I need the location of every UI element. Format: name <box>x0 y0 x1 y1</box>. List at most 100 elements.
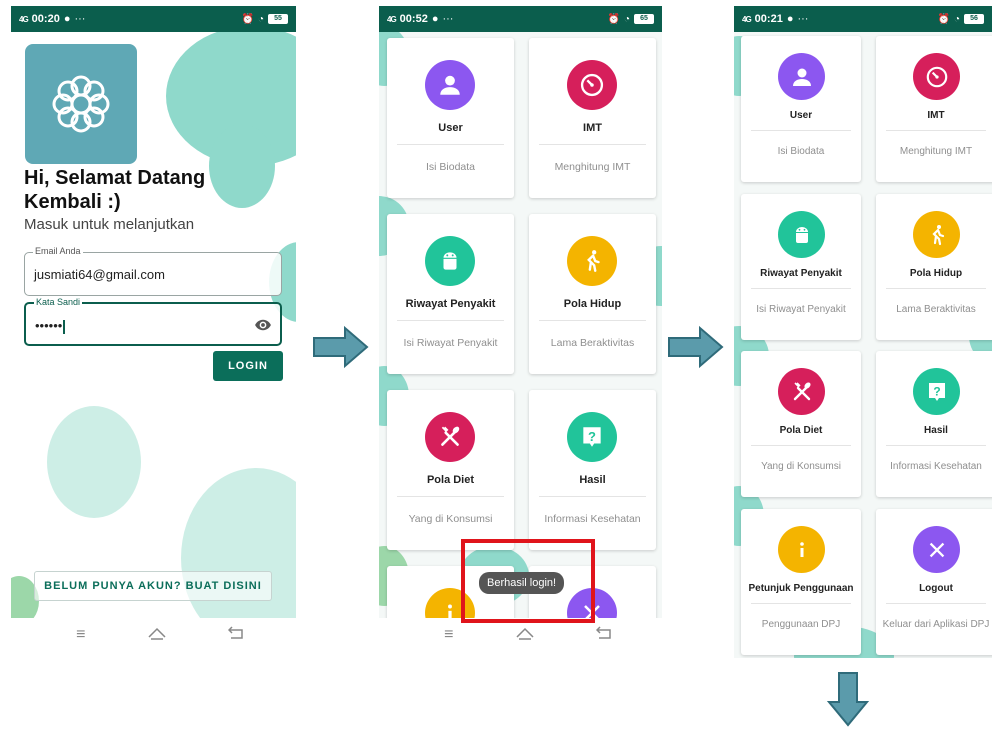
menu-card-petunjuk-penggunaan[interactable]: Petunjuk Penggunaan Penggunaan DPJ <box>741 509 861 655</box>
home-icon[interactable] <box>148 626 166 645</box>
menu-card-riwayat-penyakit[interactable]: Riwayat Penyakit Isi Riwayat Penyakit <box>387 214 514 374</box>
menu-screen-toast: 4G 00:52 ● ··· ⏰ ◔ 65 User Isi Biodata I… <box>379 6 662 618</box>
menu-card-pola-hidup[interactable]: Pola Hidup Lama Beraktivitas <box>876 194 992 340</box>
highlight-box <box>461 539 595 623</box>
battery-icon: 55 <box>268 14 288 24</box>
timer-icon <box>567 60 617 110</box>
card-divider <box>751 603 851 604</box>
card-divider <box>397 496 504 497</box>
wifi-icon: ◔ <box>953 13 960 25</box>
arrow-right-icon <box>313 325 369 369</box>
card-subtitle: Isi Biodata <box>425 161 476 173</box>
status-dots: ··· <box>74 13 86 25</box>
person-icon <box>778 53 825 100</box>
card-title: Petunjuk Penggunaan <box>748 583 854 594</box>
signal-indicator: 4G <box>742 14 752 24</box>
status-bar: 4G 00:52 ● ··· ⏰ ◔ 65 <box>379 6 662 32</box>
card-divider <box>397 144 504 145</box>
email-label: Email Anda <box>33 246 83 256</box>
menu-icon[interactable]: ≡ <box>76 626 85 644</box>
card-title: IMT <box>583 122 602 134</box>
menu-card-pola-hidup[interactable]: Pola Hidup Lama Beraktivitas <box>529 214 656 374</box>
card-divider <box>886 288 986 289</box>
email-value: jusmiati64@gmail.com <box>34 267 165 282</box>
back-icon[interactable] <box>227 625 244 645</box>
card-title: Pola Diet <box>426 474 475 486</box>
password-value: •••••• <box>35 318 63 333</box>
status-dots: ··· <box>797 13 809 25</box>
card-subtitle: Isi Riwayat Penyakit <box>756 304 846 315</box>
menu-card-imt[interactable]: IMT Menghitung IMT <box>876 36 992 182</box>
flow-diagram: 4G 00:20 ● ··· ⏰ ◔ 55 Hi, Selamat Datang… <box>0 0 992 731</box>
nav-bar: ≡ <box>413 624 643 646</box>
card-title: Riwayat Penyakit <box>760 268 842 279</box>
menu-card-hasil[interactable]: ? Hasil Informasi Kesehatan <box>529 390 656 550</box>
card-subtitle: Menghitung IMT <box>554 161 631 173</box>
menu-card-pola-diet[interactable]: Pola Diet Yang di Konsumsi <box>387 390 514 550</box>
login-button[interactable]: LOGIN <box>213 351 283 381</box>
show-password-icon[interactable] <box>254 316 272 339</box>
card-title: Logout <box>919 583 953 594</box>
walking-icon <box>913 211 960 258</box>
signal-indicator: 4G <box>19 14 29 24</box>
menu-card-pola-diet[interactable]: Pola Diet Yang di Konsumsi <box>741 351 861 497</box>
card-subtitle: Keluar dari Aplikasi DPJ <box>882 619 990 630</box>
decor-blob <box>47 406 141 518</box>
card-title: Pola Hidup <box>563 298 622 310</box>
password-field[interactable]: Kata Sandi •••••• <box>24 297 282 346</box>
battery-icon: 56 <box>964 14 984 24</box>
email-field[interactable]: Email Anda jusmiati64@gmail.com <box>24 246 282 296</box>
card-subtitle: Informasi Kesehatan <box>890 461 982 472</box>
password-label: Kata Sandi <box>34 297 83 307</box>
question-icon: ? <box>567 412 617 462</box>
menu-card-hasil[interactable]: ? Hasil Informasi Kesehatan <box>876 351 992 497</box>
app-logo <box>25 44 137 164</box>
card-divider <box>397 320 504 321</box>
card-divider <box>539 144 646 145</box>
close-icon <box>913 526 960 573</box>
card-subtitle: Yang di Konsumsi <box>761 461 841 472</box>
card-title: Hasil <box>924 425 948 436</box>
menu-icon[interactable]: ≡ <box>444 626 453 644</box>
android-icon <box>778 211 825 258</box>
sync-icon: ● <box>63 13 71 25</box>
greeting-heading: Hi, Selamat Datang Kembali :) <box>24 167 206 213</box>
back-icon[interactable] <box>595 625 612 645</box>
card-subtitle: Menghitung IMT <box>899 146 973 157</box>
card-subtitle: Isi Biodata <box>777 146 825 157</box>
card-divider <box>886 445 986 446</box>
card-title: Hasil <box>579 474 606 486</box>
ornament-icon <box>52 75 110 133</box>
walking-icon <box>567 236 617 286</box>
card-divider <box>886 603 986 604</box>
person-icon <box>425 60 475 110</box>
register-button[interactable]: BELUM PUNYA AKUN? BUAT DISINI <box>34 571 272 601</box>
card-subtitle: Lama Beraktivitas <box>896 304 976 315</box>
card-divider <box>751 288 851 289</box>
arrow-right-icon <box>668 325 724 369</box>
card-divider <box>886 130 986 131</box>
card-title: Pola Hidup <box>909 268 963 279</box>
alarm-icon: ⏰ <box>241 13 254 25</box>
sync-icon: ● <box>786 13 794 25</box>
status-time: 00:20 <box>31 13 60 25</box>
status-time: 00:21 <box>754 13 783 25</box>
home-icon[interactable] <box>516 626 534 645</box>
question-icon: ? <box>913 368 960 415</box>
card-title: User <box>438 122 463 134</box>
menu-card-user[interactable]: User Isi Biodata <box>387 38 514 198</box>
battery-icon: 65 <box>634 14 654 24</box>
menu-card-logout[interactable]: Logout Keluar dari Aplikasi DPJ <box>876 509 992 655</box>
wifi-icon: ◔ <box>623 13 630 25</box>
card-divider <box>539 320 646 321</box>
status-bar: 4G 00:21 ● ··· ⏰ ◔ 56 <box>734 6 992 32</box>
menu-card-imt[interactable]: IMT Menghitung IMT <box>529 38 656 198</box>
card-subtitle: Isi Riwayat Penyakit <box>403 337 498 349</box>
info-icon <box>778 526 825 573</box>
card-divider <box>751 445 851 446</box>
card-subtitle: Penggunaan DPJ <box>761 619 841 630</box>
menu-card-user[interactable]: User Isi Biodata <box>741 36 861 182</box>
card-subtitle: Informasi Kesehatan <box>544 513 641 525</box>
android-icon <box>425 236 475 286</box>
menu-card-riwayat-penyakit[interactable]: Riwayat Penyakit Isi Riwayat Penyakit <box>741 194 861 340</box>
